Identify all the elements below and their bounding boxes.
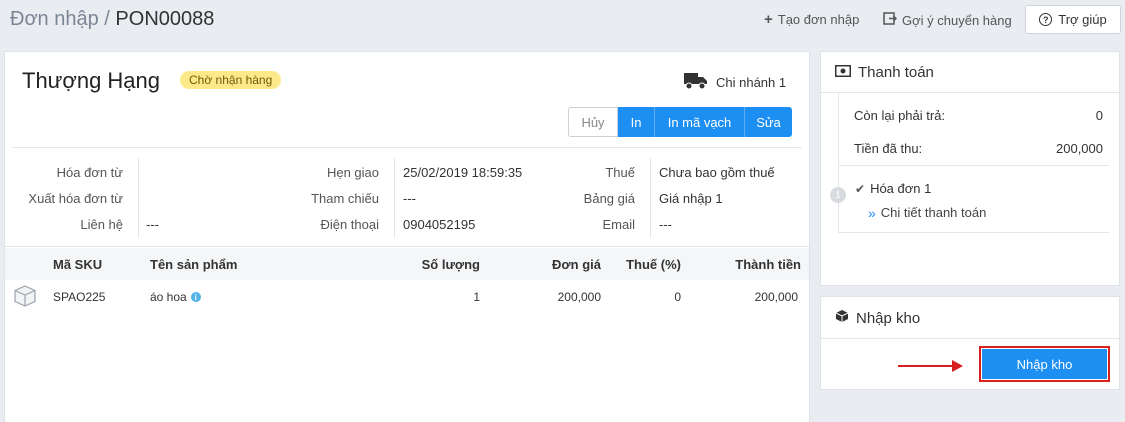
invoice-from-label: Hóa đơn từ — [56, 165, 123, 180]
column-header-sku: Mã SKU — [53, 257, 103, 272]
suggest-transfer-label: Gợi ý chuyển hàng — [902, 12, 1012, 28]
remaining-label: Còn lại phải trả: — [854, 108, 946, 123]
email-value: --- — [659, 217, 672, 232]
payment-details-link[interactable]: » Chi tiết thanh toán — [868, 205, 986, 220]
check-icon: ✔ — [855, 181, 866, 196]
warehouse-title-text: Nhập kho — [856, 309, 921, 327]
cell-sku: SPAO225 — [53, 290, 106, 304]
print-button[interactable]: In — [618, 107, 654, 137]
question-icon: ? — [1039, 13, 1053, 26]
info-icon[interactable]: i — [190, 292, 201, 302]
breadcrumb-separator: / — [104, 8, 110, 30]
product-box-icon — [12, 284, 38, 311]
phone-label: Điện thoại — [320, 217, 379, 232]
payment-card — [820, 51, 1120, 286]
payment-title-text: Thanh toán — [858, 64, 934, 81]
create-order-link[interactable]: + Tạo đơn nhập — [764, 10, 860, 28]
pricelist-label: Bảng giá — [583, 191, 635, 206]
divider — [839, 232, 1109, 233]
print-barcode-button[interactable]: In mã vạch — [654, 107, 744, 137]
column-header-price: Đơn giá — [552, 257, 601, 272]
column-divider — [394, 158, 395, 238]
double-chevron-right-icon: » — [868, 204, 876, 221]
export-invoice-label: Xuất hóa đơn từ — [28, 191, 123, 206]
cell-total: 200,000 — [754, 290, 798, 304]
paid-value: 200,000 — [1056, 141, 1103, 156]
email-label: Email — [602, 217, 635, 232]
branch-name: Chi nhánh 1 — [716, 75, 787, 90]
remaining-value: 0 — [1095, 108, 1103, 123]
divider — [821, 338, 1119, 339]
edit-button[interactable]: Sửa — [744, 107, 792, 137]
column-divider — [650, 158, 651, 238]
phone-value: 0904052195 — [403, 217, 476, 232]
order-code: PON00088 — [115, 8, 215, 30]
create-order-label: Tạo đơn nhập — [777, 12, 860, 27]
help-button[interactable]: ? Trợ giúp — [1025, 5, 1121, 34]
action-button-group: Hủy In In mã vạch Sửa — [568, 107, 792, 137]
page-title: Đơn nhập / PON00088 — [10, 8, 214, 31]
payment-details-label: Chi tiết thanh toán — [880, 205, 987, 220]
column-header-tax: Thuế (%) — [626, 257, 681, 272]
invoice-label: Hóa đơn 1 — [870, 181, 932, 196]
divider — [821, 92, 1119, 93]
reference-value: --- — [403, 191, 416, 206]
paid-label: Tiền đã thu: — [854, 141, 923, 156]
receive-stock-button[interactable]: Nhập kho — [979, 346, 1110, 382]
branch-info: Chi nhánh 1 — [684, 72, 786, 93]
tax-label: Thuế — [605, 165, 635, 180]
contact-label: Liên hệ — [80, 217, 123, 232]
step-number-badge: 1 — [830, 187, 846, 203]
column-divider — [138, 158, 139, 238]
export-icon — [883, 12, 898, 28]
plus-icon: + — [764, 10, 773, 28]
annotation-arrow — [898, 365, 954, 367]
cell-tax: 0 — [674, 290, 681, 304]
suggest-transfer-link[interactable]: Gợi ý chuyển hàng — [883, 12, 1012, 28]
product-name-text[interactable]: áo hoa — [150, 290, 187, 304]
payment-card-title: Thanh toán — [835, 64, 934, 81]
reference-label: Tham chiếu — [311, 191, 379, 206]
supplier-name[interactable]: Thượng Hạng — [22, 68, 160, 94]
cell-qty: 1 — [473, 290, 480, 304]
column-header-qty: Số lượng — [421, 257, 480, 272]
due-date-label: Hẹn giao — [326, 165, 379, 180]
divider — [839, 165, 1109, 166]
box-icon — [835, 309, 849, 327]
contact-value: --- — [146, 217, 159, 232]
cell-product-name: áo hoa i — [150, 290, 201, 304]
due-date-value: 25/02/2019 18:59:35 — [403, 165, 523, 180]
cell-price: 200,000 — [557, 290, 601, 304]
timeline-line — [838, 93, 839, 233]
money-icon — [835, 64, 851, 81]
cancel-button[interactable]: Hủy — [568, 107, 618, 137]
column-header-name: Tên sản phẩm — [150, 257, 238, 272]
invoice-entry: ✔ Hóa đơn 1 — [855, 181, 931, 196]
divider — [12, 147, 802, 148]
warehouse-card-title: Nhập kho — [835, 309, 920, 327]
tax-value: Chưa bao gồm thuế — [659, 165, 775, 180]
breadcrumb-purchase-orders[interactable]: Đơn nhập — [10, 8, 99, 30]
column-header-total: Thành tiền — [735, 257, 801, 272]
pricelist-value: Giá nhập 1 — [659, 191, 723, 206]
annotation-arrow-head — [952, 360, 963, 372]
divider — [5, 246, 809, 247]
truck-icon — [684, 72, 708, 93]
status-badge: Chờ nhận hàng — [180, 71, 282, 89]
help-label: Trợ giúp — [1058, 12, 1107, 27]
